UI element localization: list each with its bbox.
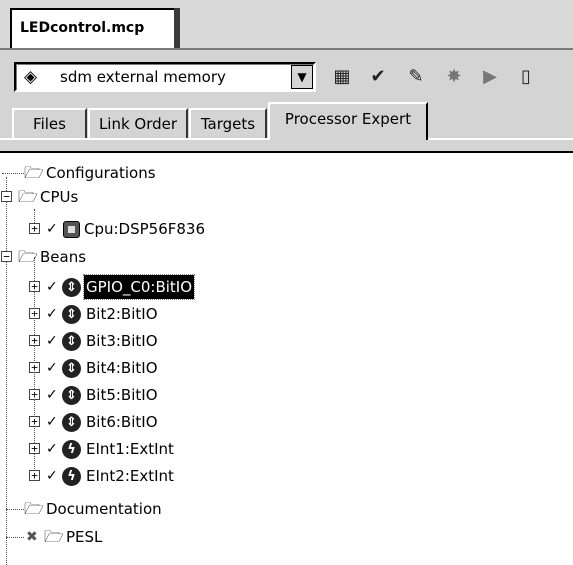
- expand-icon[interactable]: +: [29, 470, 40, 481]
- tree-item-bean[interactable]: + ✓ ⇕ Bit6:BitIO: [0, 410, 573, 434]
- tree-item-bean[interactable]: + ✓ ⇕ Bit5:BitIO: [0, 383, 573, 407]
- bitio-icon: ⇕: [62, 386, 81, 405]
- tree-item-pesl[interactable]: ✖ 🗁 PESL: [0, 525, 573, 549]
- build-target-select[interactable]: ◈ sdm external memory ▼: [14, 62, 316, 92]
- run-icon[interactable]: ▶: [478, 64, 502, 90]
- folder-icon: 🗁: [24, 499, 44, 518]
- tab-targets[interactable]: Targets: [189, 108, 267, 138]
- tree-item-bean[interactable]: + ✓ ϟ EInt2:ExtInt: [0, 464, 573, 488]
- expand-icon[interactable]: +: [29, 443, 40, 454]
- tree-item-bean[interactable]: + ✓ ⇕ Bit4:BitIO: [0, 356, 573, 380]
- expand-icon[interactable]: +: [29, 308, 40, 319]
- bitio-icon: ⇕: [62, 413, 81, 432]
- folder-icon: 🗁: [18, 247, 38, 266]
- bitio-icon: ⇕: [62, 278, 81, 297]
- check-icon[interactable]: ✓: [46, 217, 58, 241]
- project-toolbar-panel: ◈ sdm external memory ▼ ▦ ✔ ✎ ✸ ▶ ▯ File…: [0, 50, 573, 153]
- extint-icon: ϟ: [62, 467, 81, 486]
- make-icon[interactable]: ✎: [404, 64, 428, 90]
- collapse-icon[interactable]: −: [1, 191, 12, 202]
- cpu-icon: [63, 221, 80, 238]
- disabled-icon: ✖: [26, 529, 38, 545]
- check-icon[interactable]: ✓: [46, 383, 58, 407]
- tree-item-bean[interactable]: + ✓ ⇕ Bit3:BitIO: [0, 329, 573, 353]
- check-icon[interactable]: ✓: [46, 410, 58, 434]
- expand-icon[interactable]: +: [29, 389, 40, 400]
- tree-item-bean[interactable]: + ✓ ⇕ Bit2:BitIO: [0, 302, 573, 326]
- project-file-tab-label: LEDcontrol.mcp: [20, 20, 145, 36]
- extint-icon: ϟ: [62, 440, 81, 459]
- check-icon[interactable]: ✓: [46, 437, 58, 461]
- collapse-icon[interactable]: −: [1, 251, 12, 262]
- check-icon[interactable]: ✓: [46, 302, 58, 326]
- check-icon[interactable]: ✓: [46, 329, 58, 353]
- tree-item-bean[interactable]: + ✓ ⇕ GPIO_C0:BitIO: [0, 274, 573, 300]
- bitio-icon: ⇕: [62, 305, 81, 324]
- tree-item-configurations[interactable]: 🗁 Configurations: [0, 161, 573, 185]
- folder-icon: 🗁: [18, 187, 38, 206]
- check-icon[interactable]: ✓: [46, 356, 58, 380]
- folder-icon: 🗁: [24, 163, 44, 182]
- tree-item-cpus[interactable]: − 🗁 CPUs: [0, 185, 573, 209]
- tab-files[interactable]: Files: [12, 108, 87, 138]
- expand-icon[interactable]: +: [29, 223, 40, 234]
- tree-item-bean[interactable]: + ✓ ϟ EInt1:ExtInt: [0, 437, 573, 461]
- check-icon[interactable]: ✔: [366, 64, 390, 90]
- tab-processor-expert[interactable]: Processor Expert: [268, 102, 428, 140]
- settings-icon[interactable]: ▦: [330, 64, 354, 90]
- device-icon[interactable]: ▯: [514, 64, 538, 90]
- bitio-icon: ⇕: [62, 359, 81, 378]
- tree-item-documentation[interactable]: 🗁 Documentation: [0, 497, 573, 521]
- expand-icon[interactable]: +: [29, 281, 40, 292]
- tree-item-cpu[interactable]: + ✓ Cpu:DSP56F836: [0, 217, 573, 241]
- build-target-label: sdm external memory: [60, 68, 226, 86]
- expand-icon[interactable]: +: [29, 335, 40, 346]
- project-file-tab[interactable]: LEDcontrol.mcp: [10, 8, 180, 48]
- debug-icon[interactable]: ✸: [442, 64, 466, 90]
- bitio-icon: ⇕: [62, 332, 81, 351]
- expand-icon[interactable]: +: [29, 362, 40, 373]
- project-tree: 🗁 Configurations − 🗁 CPUs + ✓ Cpu:DSP56F…: [0, 153, 573, 565]
- check-icon[interactable]: ✓: [46, 275, 58, 299]
- tree-item-beans[interactable]: − 🗁 Beans: [0, 245, 573, 269]
- check-icon[interactable]: ✓: [46, 464, 58, 488]
- window-tab-strip: LEDcontrol.mcp: [0, 0, 573, 50]
- target-icon: ◈: [24, 67, 38, 87]
- chevron-down-icon[interactable]: ▼: [291, 65, 313, 89]
- folder-icon: 🗁: [44, 527, 64, 546]
- tab-link-order[interactable]: Link Order: [88, 108, 188, 138]
- expand-icon[interactable]: +: [29, 416, 40, 427]
